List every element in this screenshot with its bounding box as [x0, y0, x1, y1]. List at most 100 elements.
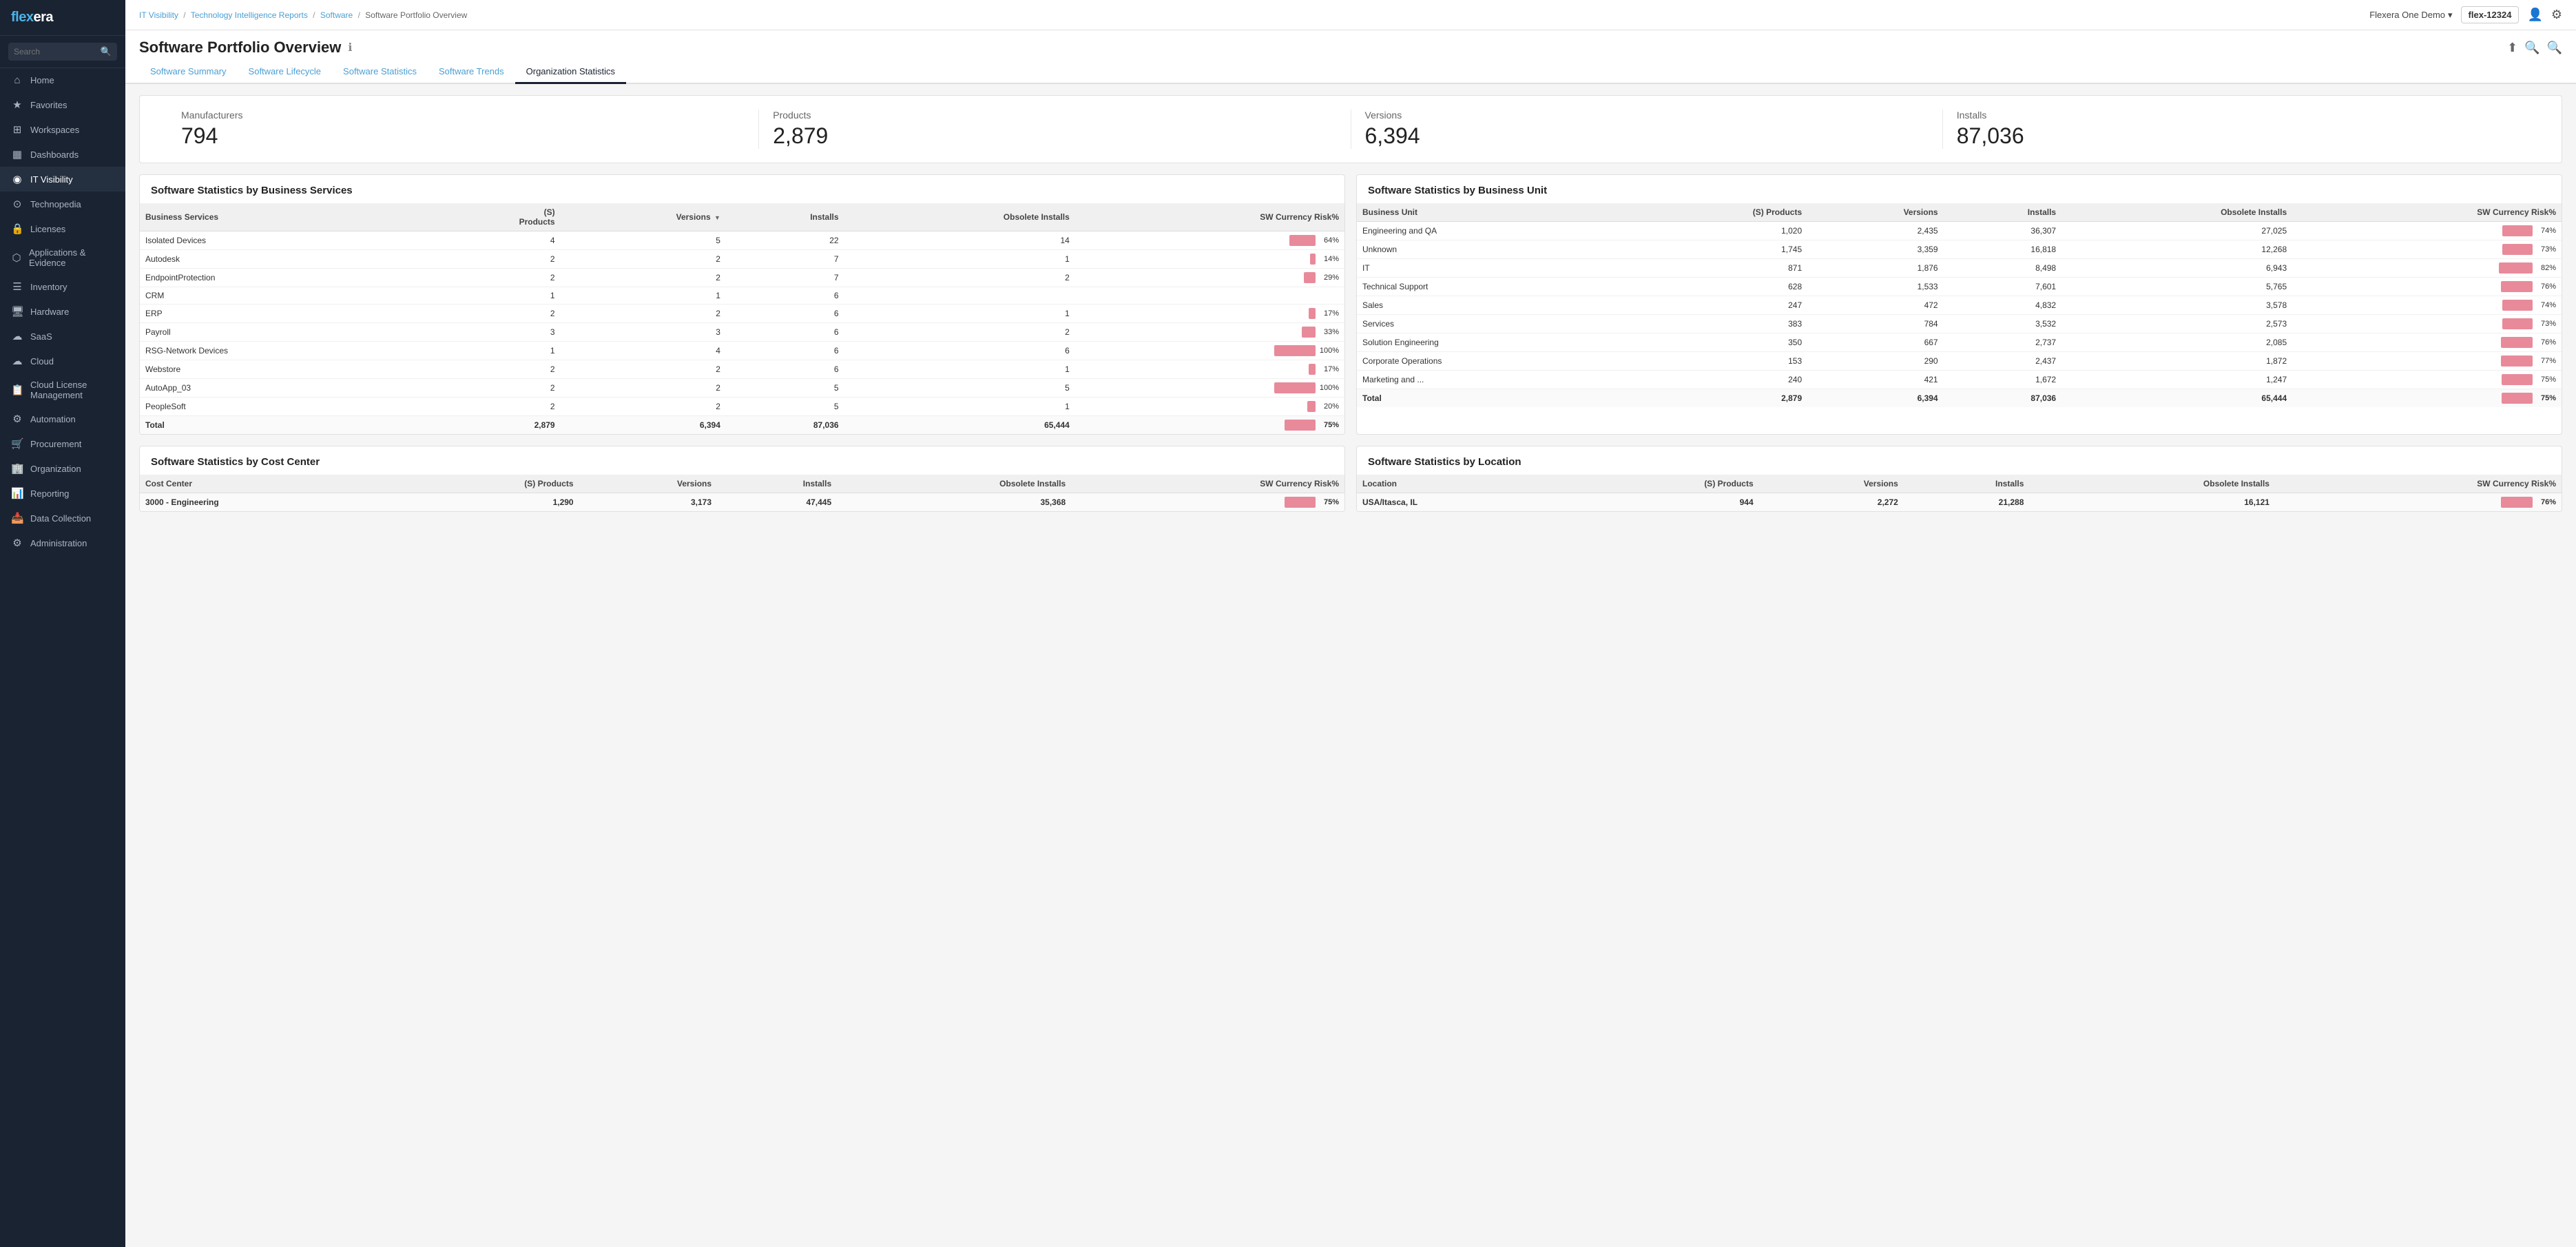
row-products: 1 — [420, 342, 561, 360]
risk-cell: 77% — [2292, 352, 2562, 371]
row-products: 4 — [420, 231, 561, 250]
sidebar-item-administration[interactable]: ⚙ Administration — [0, 530, 125, 555]
tab-software-summary[interactable]: Software Summary — [139, 61, 238, 84]
nav-label-reporting: Reporting — [30, 488, 69, 499]
table-row: USA/Itasca, IL 944 2,272 21,288 16,121 7… — [1357, 493, 2562, 512]
cost-center-scroll[interactable]: Cost Center (S) Products Versions Instal… — [140, 475, 1344, 511]
nav-icon-automation: ⚙ — [11, 413, 23, 425]
sidebar-item-saas[interactable]: ☁ SaaS — [0, 324, 125, 349]
zoom-out-icon[interactable]: 🔍 — [2524, 41, 2539, 55]
row-versions: 2 — [561, 269, 726, 287]
row-versions: 1,876 — [1807, 259, 1943, 278]
th-cc-name: Cost Center — [140, 475, 396, 493]
sidebar-item-hardware[interactable]: 🖥 Hardware — [0, 299, 125, 324]
risk-pct: 77% — [2535, 357, 2556, 365]
info-icon[interactable]: ℹ — [348, 41, 352, 54]
search-box[interactable]: 🔍 — [0, 36, 125, 68]
th-bu-name: Business Unit — [1357, 203, 1628, 222]
total-versions: 6,394 — [1807, 389, 1943, 408]
zoom-in-icon[interactable]: 🔍 — [2547, 41, 2562, 55]
row-name: Autodesk — [140, 250, 420, 269]
nav-icon-licenses: 🔒 — [11, 223, 23, 235]
sidebar-item-home[interactable]: ⌂ Home — [0, 68, 125, 92]
sidebar-item-applications[interactable]: ⬡ Applications & Evidence — [0, 241, 125, 274]
business-services-card: Software Statistics by Business Services… — [139, 174, 1345, 435]
breadcrumb-it-visibility[interactable]: IT Visibility — [139, 10, 178, 20]
row-installs: 16,818 — [1944, 240, 2062, 259]
sidebar-item-licenses[interactable]: 🔒 Licenses — [0, 216, 125, 241]
row-versions: 2 — [561, 379, 726, 398]
total-obsolete: 65,444 — [2061, 389, 2292, 408]
sidebar-item-procurement[interactable]: 🛒 Procurement — [0, 431, 125, 456]
stat-installs-label: Installs — [1957, 110, 2520, 121]
tabs: Software Summary Software Lifecycle Soft… — [125, 61, 2576, 84]
row-products: 1,290 — [396, 493, 579, 512]
sidebar-item-technopedia[interactable]: ⊙ Technopedia — [0, 192, 125, 216]
row-installs: 2,437 — [1944, 352, 2062, 371]
stat-products-label: Products — [773, 110, 1336, 121]
row-name: EndpointProtection — [140, 269, 420, 287]
row-obsolete: 3,578 — [2061, 296, 2292, 315]
tab-software-statistics[interactable]: Software Statistics — [332, 61, 428, 84]
sidebar-item-inventory[interactable]: ☰ Inventory — [0, 274, 125, 299]
row-versions: 784 — [1807, 315, 1943, 333]
flex-id-badge[interactable]: flex-12324 — [2461, 6, 2520, 23]
sidebar-item-cloud[interactable]: ☁ Cloud — [0, 349, 125, 373]
breadcrumb: IT Visibility / Technology Intelligence … — [139, 10, 467, 20]
nav-icon-reporting: 📊 — [11, 487, 23, 499]
row-products: 350 — [1628, 333, 1807, 352]
location-scroll[interactable]: Location (S) Products Versions Installs … — [1357, 475, 2562, 511]
sidebar-item-organization[interactable]: 🏢 Organization — [0, 456, 125, 481]
cost-center-card: Software Statistics by Cost Center Cost … — [139, 446, 1345, 512]
sidebar-item-automation[interactable]: ⚙ Automation — [0, 406, 125, 431]
nav-icon-favorites: ★ — [11, 99, 23, 111]
nav-icon-workspaces: ⊞ — [11, 123, 23, 136]
risk-pct: 100% — [1318, 347, 1339, 355]
breadcrumb-software[interactable]: Software — [320, 10, 353, 20]
settings-icon[interactable]: ⚙ — [2551, 8, 2562, 22]
table-row: Solution Engineering 350 667 2,737 2,085… — [1357, 333, 2562, 352]
risk-bar — [1304, 272, 1316, 283]
tab-software-lifecycle[interactable]: Software Lifecycle — [238, 61, 333, 84]
row-installs: 2,737 — [1944, 333, 2062, 352]
sidebar-item-it-visibility[interactable]: ◉ IT Visibility — [0, 167, 125, 192]
location-header-row: Location (S) Products Versions Installs … — [1357, 475, 2562, 493]
user-icon[interactable]: 👤 — [2527, 8, 2542, 22]
row-obsolete: 16,121 — [2029, 493, 2275, 512]
total-row: Total 2,879 6,394 87,036 65,444 75% — [140, 416, 1344, 435]
nav-icon-hardware: 🖥 — [11, 305, 23, 318]
sidebar-item-reporting[interactable]: 📊 Reporting — [0, 481, 125, 506]
sidebar-item-favorites[interactable]: ★ Favorites — [0, 92, 125, 117]
risk-cell: 33% — [1075, 323, 1344, 342]
demo-label[interactable]: Flexera One Demo ▾ — [2369, 10, 2452, 21]
row-installs: 47,445 — [717, 493, 837, 512]
breadcrumb-tech-reports[interactable]: Technology Intelligence Reports — [191, 10, 308, 20]
table-row: 3000 - Engineering 1,290 3,173 47,445 35… — [140, 493, 1344, 512]
risk-cell: 76% — [2292, 278, 2562, 296]
row-installs: 6 — [726, 287, 844, 305]
row-products: 3 — [420, 323, 561, 342]
share-icon[interactable]: ⬆ — [2507, 41, 2517, 55]
risk-cell: 17% — [1075, 360, 1344, 379]
risk-cell: 75% — [2292, 389, 2562, 408]
row-products: 944 — [1568, 493, 1759, 512]
risk-bar — [2502, 300, 2533, 311]
location-body: USA/Itasca, IL 944 2,272 21,288 16,121 7… — [1357, 493, 2562, 512]
th-bs-versions: Versions ▼ — [561, 203, 726, 231]
nav-icon-dashboards: ▦ — [11, 148, 23, 161]
th-loc-obsolete: Obsolete Installs — [2029, 475, 2275, 493]
sidebar-item-workspaces[interactable]: ⊞ Workspaces — [0, 117, 125, 142]
row-name: CRM — [140, 287, 420, 305]
row-obsolete: 1 — [844, 398, 1075, 416]
risk-cell: 100% — [1075, 379, 1344, 398]
sidebar-item-cloud-license[interactable]: 📋 Cloud License Management — [0, 373, 125, 406]
tab-org-statistics[interactable]: Organization Statistics — [515, 61, 626, 84]
tab-software-trends[interactable]: Software Trends — [428, 61, 515, 84]
th-loc-products: (S) Products — [1568, 475, 1759, 493]
page-title: Software Portfolio Overview — [139, 39, 341, 56]
nav-label-cloud: Cloud — [30, 356, 54, 367]
sidebar-item-data-collection[interactable]: 📥 Data Collection — [0, 506, 125, 530]
business-unit-scroll[interactable]: Business Unit (S) Products Versions Inst… — [1357, 203, 2562, 407]
sidebar-item-dashboards[interactable]: ▦ Dashboards — [0, 142, 125, 167]
business-services-scroll[interactable]: Business Services (S)Products Versions ▼… — [140, 203, 1344, 434]
